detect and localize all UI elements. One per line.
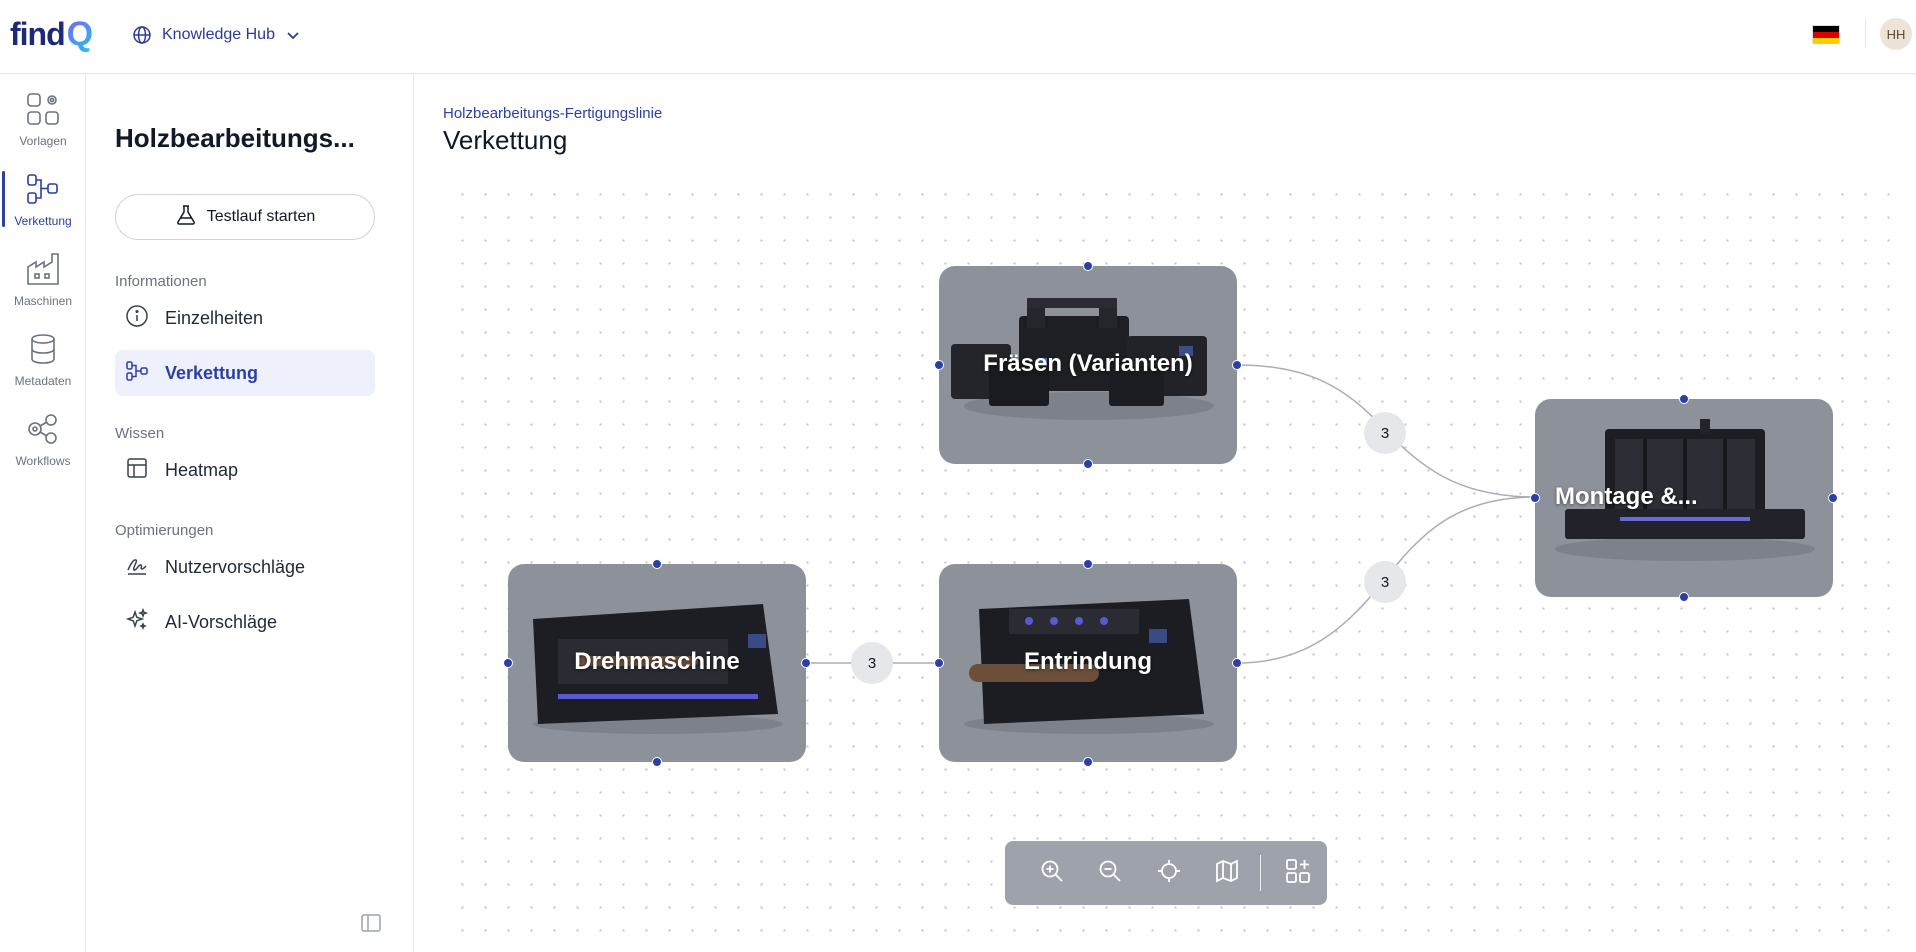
globe-icon [132, 25, 152, 45]
node-handle-left[interactable] [1530, 493, 1540, 503]
info-icon [125, 304, 149, 333]
node-handle-top[interactable] [1083, 559, 1093, 569]
chain-icon [125, 359, 149, 388]
logo-q-mark: Q [66, 14, 93, 53]
node-handle-bottom[interactable] [652, 757, 662, 767]
nav-label: Verkettung [165, 362, 259, 383]
flow-node-montage[interactable]: Montage &... [1530, 394, 1838, 602]
edge-badge-entrindung-montage[interactable]: 3 [1364, 561, 1406, 603]
node-handle-right[interactable] [1232, 360, 1242, 370]
table-icon [125, 456, 149, 485]
panel-title: Holzbearbeitungs... [115, 123, 355, 153]
german-flag-icon[interactable] [1812, 25, 1840, 44]
canvas-toolbar [1005, 841, 1327, 905]
node-label: Drehmaschine [574, 648, 740, 675]
zoom-out-button[interactable] [1081, 849, 1139, 897]
node-label: Montage &... [1555, 483, 1698, 510]
testlauf-starten-button[interactable]: Testlauf starten [115, 194, 375, 240]
chevron-down-icon [285, 27, 301, 43]
nav-item-einzelheiten[interactable]: Einzelheiten [115, 295, 375, 341]
flow-node-entrindung[interactable]: Entrindung [934, 559, 1242, 767]
node-handle-bottom[interactable] [1083, 459, 1093, 469]
fit-view-icon [1156, 858, 1182, 889]
section-label-wissen: Wissen [115, 425, 165, 442]
signature-icon [125, 553, 149, 582]
side-panel: Holzbearbeitungs... Testlauf starten Inf… [86, 75, 414, 952]
edge-badge-fraesen-montage[interactable]: 3 [1364, 412, 1406, 454]
header-divider [1865, 18, 1866, 48]
nav-label: Nutzervorschläge [165, 556, 306, 577]
rail-item-workflows[interactable]: Workflows [0, 403, 86, 475]
node-label: Entrindung [1024, 648, 1152, 675]
nav-item-heatmap[interactable]: Heatmap [115, 447, 375, 493]
collapse-sidebar-icon[interactable] [359, 911, 383, 935]
node-handle-right[interactable] [801, 658, 811, 668]
rail-item-maschinen[interactable]: Maschinen [0, 243, 86, 315]
knowledge-hub-selector[interactable]: Knowledge Hub [132, 20, 301, 50]
add-node-button[interactable] [1269, 849, 1327, 897]
flow-canvas[interactable]: Fräsen (Varianten) Montage &... Drehmasc… [445, 175, 1905, 952]
rail-label: Verkettung [14, 213, 72, 228]
templates-icon [25, 91, 61, 130]
nav-item-ai-vorschlaege[interactable]: AI-Vorschläge [115, 599, 375, 645]
node-handle-bottom[interactable] [1679, 592, 1689, 602]
zoom-in-icon [1039, 858, 1065, 889]
node-handle-top[interactable] [1083, 261, 1093, 271]
node-handle-bottom[interactable] [1083, 757, 1093, 767]
top-header: find Q Knowledge Hub HH [0, 0, 1916, 74]
node-handle-top[interactable] [1679, 394, 1689, 404]
node-handle-left[interactable] [503, 658, 513, 668]
section-label-informationen: Informationen [115, 273, 207, 290]
zoom-in-button[interactable] [1023, 849, 1081, 897]
minimap-button[interactable] [1198, 849, 1256, 897]
icon-rail: Vorlagen Verkettung Maschinen Metadaten … [0, 75, 86, 952]
rail-label: Metadaten [14, 373, 72, 388]
node-handle-right[interactable] [1232, 658, 1242, 668]
factory-icon [25, 251, 61, 290]
fit-view-button[interactable] [1139, 849, 1197, 897]
add-node-icon [1284, 857, 1312, 890]
knowledge-hub-label: Knowledge Hub [162, 26, 275, 43]
nav-label: AI-Vorschläge [165, 611, 278, 632]
workflows-icon [25, 411, 61, 450]
chain-icon [25, 171, 61, 210]
user-avatar[interactable]: HH [1880, 18, 1912, 50]
nav-label: Einzelheiten [165, 307, 264, 328]
nav-item-verkettung[interactable]: Verkettung [115, 350, 375, 396]
rail-label: Maschinen [13, 293, 73, 308]
rail-label: Vorlagen [19, 133, 67, 148]
findq-logo[interactable]: find Q [10, 14, 93, 54]
nav-item-nutzervorschlaege[interactable]: Nutzervorschläge [115, 544, 375, 590]
breadcrumb[interactable]: Holzbearbeitungs-Fertigungslinie [443, 105, 662, 122]
zoom-out-icon [1097, 858, 1123, 889]
rail-item-vorlagen[interactable]: Vorlagen [0, 83, 86, 155]
sparkles-icon [125, 607, 149, 637]
rail-label: Workflows [15, 453, 71, 468]
node-handle-right[interactable] [1828, 493, 1838, 503]
logo-text: find [10, 15, 66, 52]
testlauf-label: Testlauf starten [206, 208, 316, 225]
flask-icon [175, 204, 197, 231]
node-handle-left[interactable] [934, 360, 944, 370]
rail-item-verkettung[interactable]: Verkettung [0, 163, 86, 235]
flow-node-fraesen[interactable]: Fräsen (Varianten) [934, 261, 1242, 469]
node-handle-left[interactable] [934, 658, 944, 668]
nav-label: Heatmap [165, 459, 239, 480]
database-icon [25, 331, 61, 370]
page-title: Verkettung [443, 125, 568, 155]
main-content: Holzbearbeitungs-Fertigungslinie Verkett… [415, 75, 1916, 952]
map-icon [1214, 858, 1240, 889]
rail-item-metadaten[interactable]: Metadaten [0, 323, 86, 395]
node-handle-top[interactable] [652, 559, 662, 569]
edge-badge-drehmaschine-entrindung[interactable]: 3 [851, 642, 893, 684]
flow-node-drehmaschine[interactable]: Drehmaschine [503, 559, 811, 767]
toolbar-divider [1259, 855, 1261, 891]
node-label: Fräsen (Varianten) [983, 350, 1193, 377]
section-label-optimierungen: Optimierungen [115, 522, 214, 539]
